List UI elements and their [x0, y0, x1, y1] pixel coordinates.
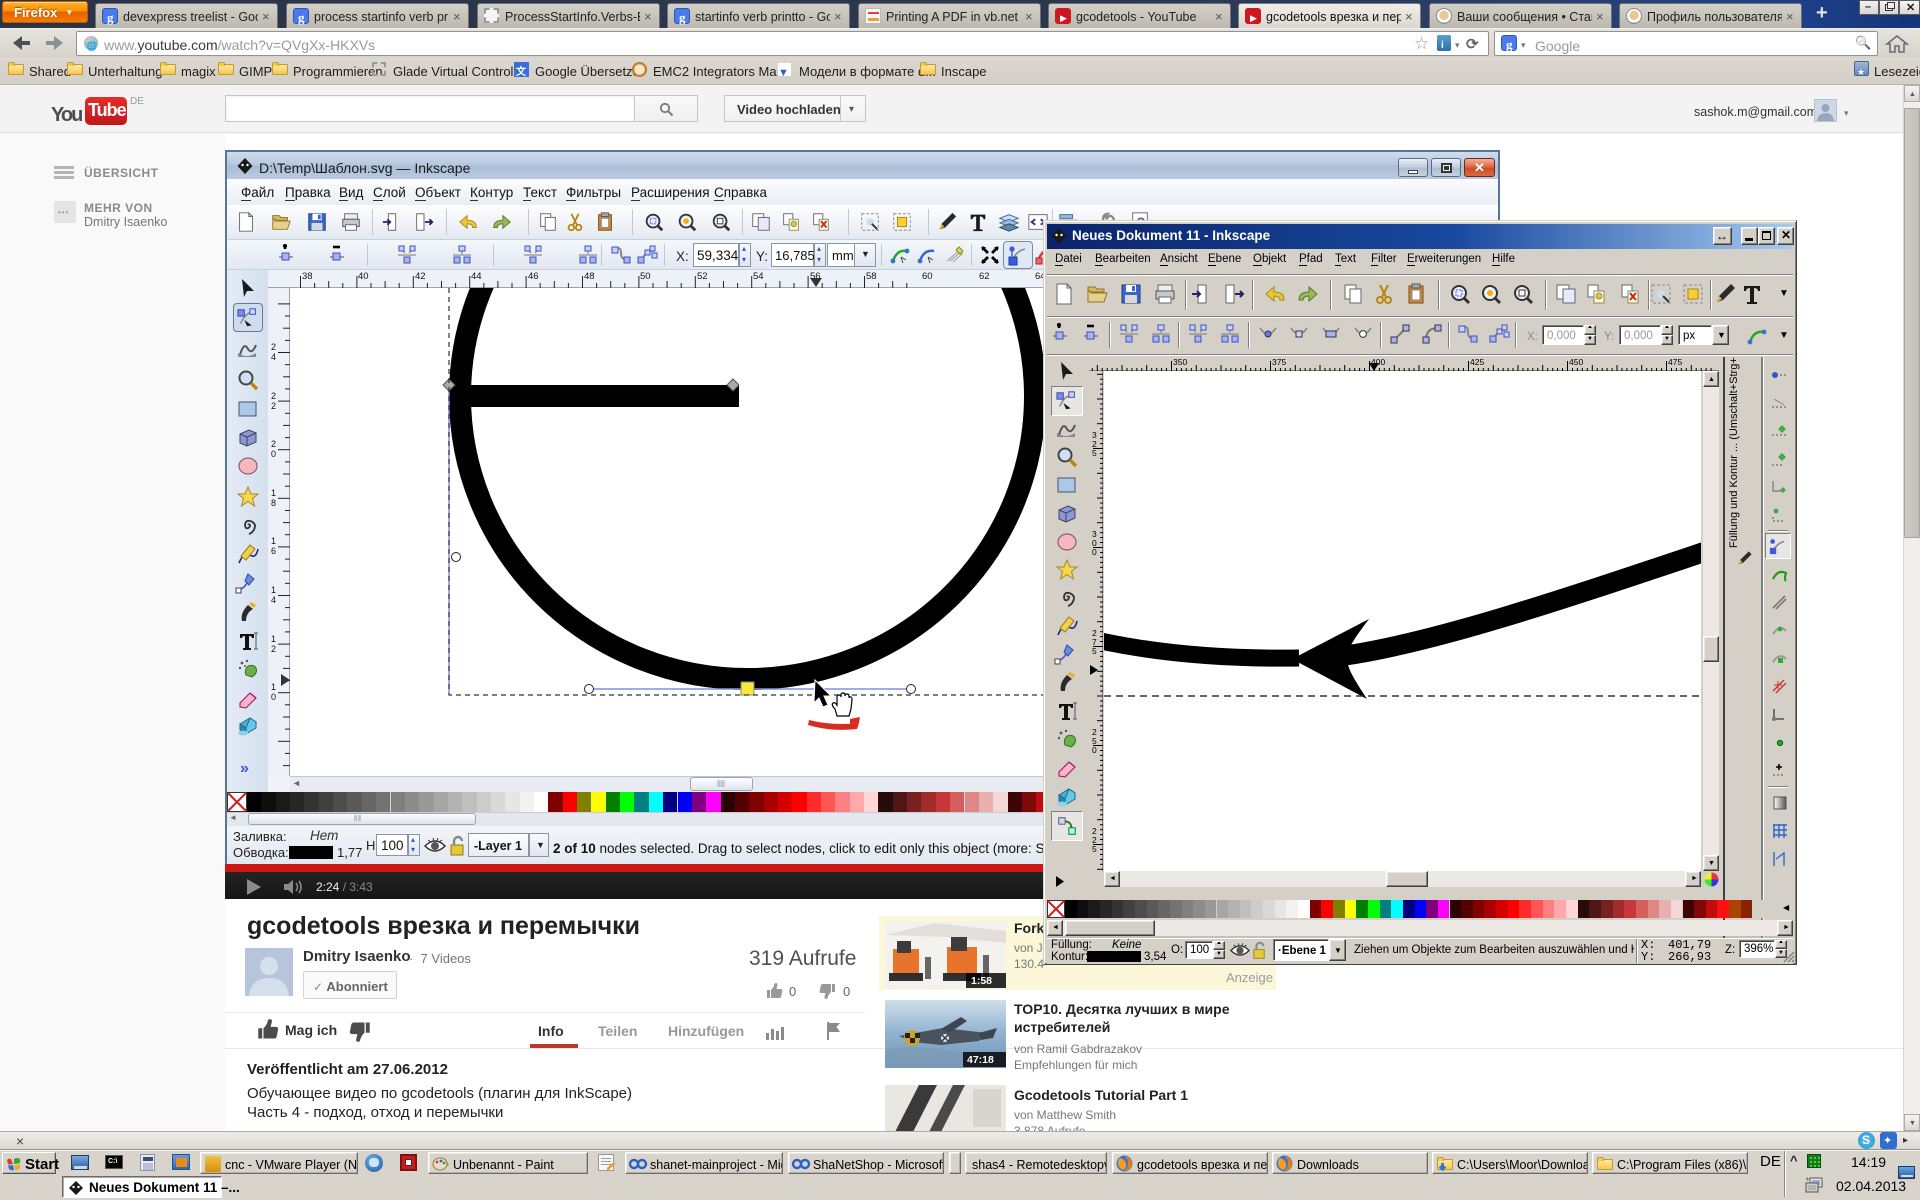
svg-text:1: 1	[271, 488, 276, 498]
svg-text:6: 6	[271, 546, 276, 556]
svg-text:5: 5	[1092, 646, 1097, 656]
svg-text:2: 2	[271, 401, 276, 411]
svg-text:4: 4	[271, 352, 276, 362]
svg-text:0: 0	[271, 692, 276, 702]
svg-text:425: 425	[1470, 357, 1484, 367]
svg-text:1: 1	[271, 585, 276, 595]
svg-text:2: 2	[271, 439, 276, 449]
svg-text:1: 1	[271, 634, 276, 644]
svg-text:58: 58	[866, 271, 877, 282]
svg-text:54: 54	[753, 271, 764, 282]
svg-text:0: 0	[1092, 745, 1097, 755]
svg-text:0: 0	[1092, 547, 1097, 557]
svg-text:50: 50	[640, 271, 651, 282]
svg-text:62: 62	[979, 271, 990, 282]
svg-text:46: 46	[528, 271, 539, 282]
svg-text:1: 1	[271, 682, 276, 692]
svg-text:40: 40	[358, 271, 369, 282]
svg-text:5: 5	[1092, 844, 1097, 854]
svg-text:2: 2	[271, 342, 276, 352]
svg-text:60: 60	[922, 271, 933, 282]
svg-text:350: 350	[1173, 357, 1187, 367]
svg-text:48: 48	[584, 271, 595, 282]
svg-text:5: 5	[1092, 448, 1097, 458]
svg-text:0: 0	[271, 449, 276, 459]
svg-text:450: 450	[1569, 357, 1583, 367]
svg-text:8: 8	[271, 498, 276, 508]
svg-text:52: 52	[697, 271, 708, 282]
svg-text:1: 1	[271, 536, 276, 546]
svg-text:42: 42	[415, 271, 426, 282]
svg-text:4: 4	[271, 595, 276, 605]
svg-text:375: 375	[1272, 357, 1286, 367]
svg-text:44: 44	[471, 271, 482, 282]
svg-text:38: 38	[302, 271, 313, 282]
svg-text:2: 2	[271, 644, 276, 654]
svg-text:2: 2	[271, 391, 276, 401]
svg-text:475: 475	[1668, 357, 1682, 367]
